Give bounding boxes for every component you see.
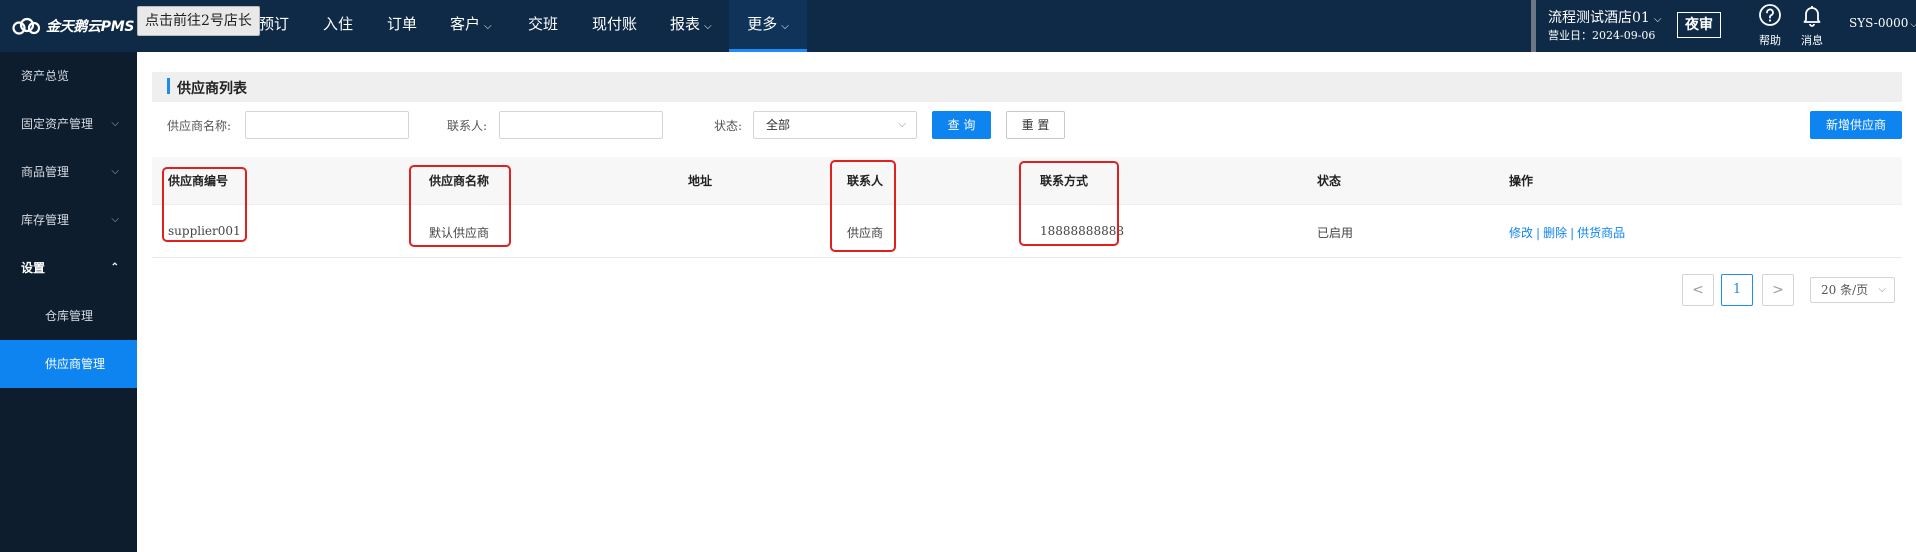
- logo[interactable]: 金天鹅云PMS: [12, 14, 134, 38]
- nav-item-orders[interactable]: 订单: [387, 0, 417, 52]
- cloud-logo-icon: [12, 17, 40, 35]
- chevron-down-icon: ⌵: [1653, 14, 1662, 25]
- cell-actions: 修改 | 删除 | 供货商品: [1509, 224, 1625, 241]
- page-title: 供应商列表: [177, 81, 247, 97]
- sidebar-item-settings[interactable]: 设置 ⌃: [0, 244, 137, 292]
- supply-products-link[interactable]: 供货商品: [1577, 226, 1625, 240]
- hotel-selector[interactable]: 流程测试酒店01 ⌵: [1548, 7, 1661, 27]
- help-label: 帮助: [1759, 34, 1781, 47]
- sidebar-item-warehouse[interactable]: 仓库管理: [0, 292, 137, 340]
- sidebar-item-fixed-assets[interactable]: 固定资产管理 ⌵: [0, 100, 137, 148]
- nav-divider: [1531, 0, 1536, 52]
- action-separator: |: [1536, 226, 1541, 240]
- nav-item-customers[interactable]: 客户 ⌵: [450, 0, 492, 52]
- chevron-down-icon: ⌵: [704, 21, 712, 32]
- pagination-page-1[interactable]: 1: [1721, 274, 1753, 306]
- store-switch-tooltip[interactable]: 点击前往2号店长: [137, 6, 260, 36]
- contact-label: 联系人:: [447, 119, 488, 133]
- messages-label: 消息: [1801, 34, 1823, 47]
- sidebar-item-products[interactable]: 商品管理 ⌵: [0, 148, 137, 196]
- sidebar-item-asset-overview[interactable]: 资产总览: [0, 52, 137, 100]
- messages-button[interactable]: 消息: [1797, 3, 1827, 48]
- panel-header: 供应商列表: [152, 72, 1902, 102]
- nav-item-checkin[interactable]: 入住: [323, 0, 353, 52]
- nav-item-shift[interactable]: 交班: [528, 0, 558, 52]
- sidebar: 资产总览 固定资产管理 ⌵ 商品管理 ⌵ 库存管理 ⌵ 设置 ⌃ 仓库管理 供应商管理: [0, 52, 137, 552]
- cell-status: 已启用: [1317, 226, 1354, 240]
- status-select[interactable]: 全部 ⌵: [753, 111, 917, 139]
- page-size-select[interactable]: 20 条/页 ⌵: [1810, 277, 1895, 303]
- chevron-down-icon: ⌵: [111, 214, 119, 225]
- status-select-value: 全部: [766, 118, 791, 132]
- pagination-prev-button[interactable]: <: [1682, 274, 1714, 306]
- nav-item-booking[interactable]: 预订: [259, 0, 289, 52]
- bell-icon: [1803, 6, 1821, 27]
- col-address[interactable]: 地址: [688, 172, 712, 189]
- action-separator: |: [1570, 226, 1575, 240]
- chevron-down-icon: ⌵: [898, 119, 906, 130]
- status-label: 状态:: [714, 119, 743, 133]
- title-accent-bar: [167, 78, 170, 94]
- nav-item-cash-account[interactable]: 现付账: [592, 0, 637, 52]
- query-button[interactable]: 查 询: [932, 111, 991, 139]
- delete-link[interactable]: 删除: [1543, 226, 1567, 240]
- user-menu[interactable]: SYS-0000 ⌵: [1849, 16, 1916, 30]
- chevron-up-icon: ⌃: [110, 262, 119, 273]
- page-size-value: 20 条/页: [1821, 283, 1869, 297]
- highlight-box-supplier-name: [409, 165, 511, 247]
- highlight-box-phone: [1019, 161, 1119, 246]
- sidebar-item-suppliers[interactable]: 供应商管理: [0, 340, 137, 388]
- supplier-name-input[interactable]: [245, 111, 409, 139]
- night-audit-button[interactable]: 夜审: [1677, 12, 1721, 38]
- pagination-next-button[interactable]: >: [1762, 274, 1794, 306]
- logo-text: 金天鹅云PMS: [46, 19, 135, 35]
- add-supplier-button[interactable]: 新增供应商: [1810, 111, 1902, 139]
- question-circle-icon: [1759, 4, 1781, 26]
- sidebar-item-inventory[interactable]: 库存管理 ⌵: [0, 196, 137, 244]
- edit-link[interactable]: 修改: [1509, 226, 1533, 240]
- reset-button[interactable]: 重 置: [1006, 111, 1065, 139]
- help-button[interactable]: 帮助: [1755, 3, 1785, 48]
- nav-item-reports[interactable]: 报表 ⌵: [670, 0, 712, 52]
- chevron-down-icon: ⌵: [111, 118, 119, 129]
- highlight-box-contact: [830, 160, 896, 252]
- chevron-down-icon: ⌵: [111, 166, 119, 177]
- col-actions: 操作: [1509, 174, 1534, 188]
- contact-input[interactable]: [499, 111, 663, 139]
- top-nav-bar: 金天鹅云PMS 预订 入住 订单 客户 ⌵ 交班 现付账 报表 ⌵ 更多 ⌵ 点击前往…: [0, 0, 1916, 52]
- chevron-down-icon: ⌵: [484, 21, 492, 32]
- chevron-down-icon: ⌵: [781, 21, 789, 32]
- chevron-down-icon: ⌵: [1878, 284, 1886, 295]
- col-status[interactable]: 状态: [1317, 172, 1341, 189]
- nav-item-more[interactable]: 更多 ⌵: [729, 0, 807, 52]
- chevron-down-icon: ⌵: [1910, 20, 1916, 30]
- business-date: 营业日：2024-09-06: [1548, 29, 1656, 42]
- highlight-box-supplier-code: [162, 167, 247, 242]
- supplier-name-label: 供应商名称:: [167, 119, 232, 133]
